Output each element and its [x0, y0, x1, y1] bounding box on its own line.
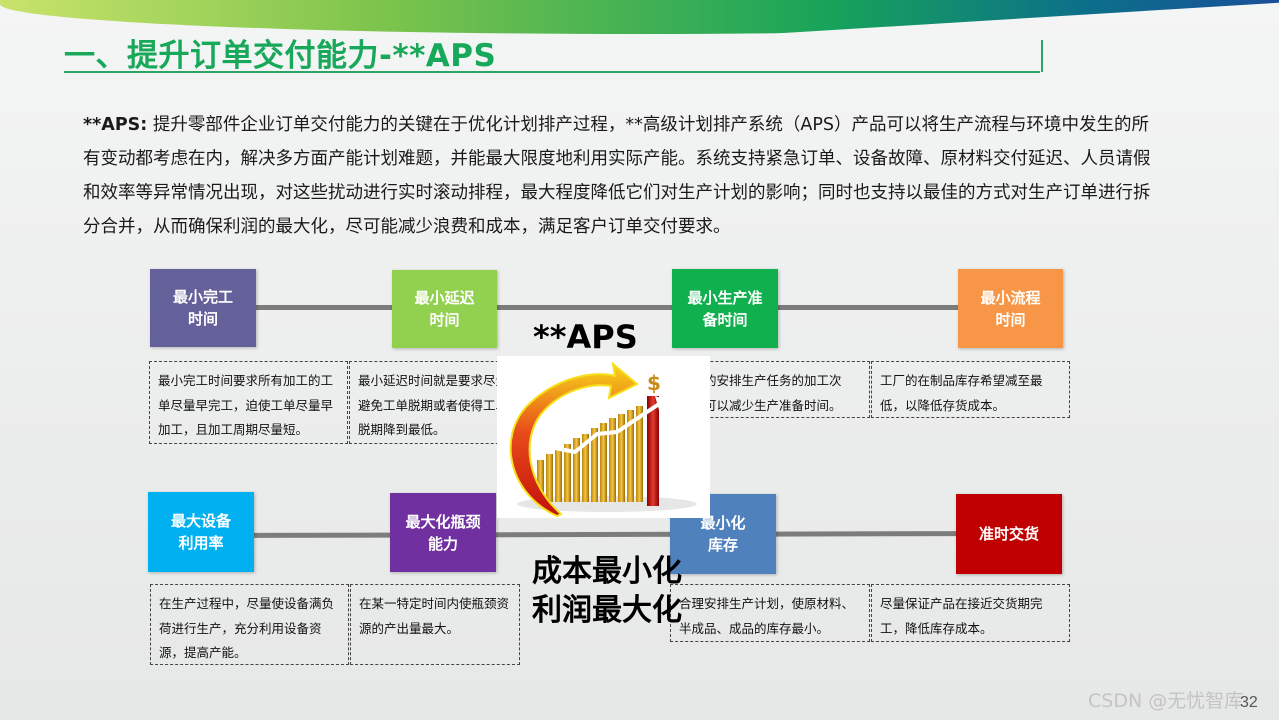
goal-label-line2: 能力 — [427, 534, 458, 553]
title-divider — [1041, 40, 1043, 72]
goal-label-line1: 最小完工 — [172, 288, 233, 306]
goal-label-line2: 时间 — [995, 310, 1026, 329]
goal-label-line2: 库存 — [707, 536, 738, 554]
goal-label-line2: 时间 — [187, 310, 218, 328]
bottom-connector-line — [253, 531, 959, 538]
goal-box-min-delay-time: 最小延迟 时间 — [392, 270, 497, 348]
page-number: 32 — [1240, 694, 1258, 711]
intro-body: 提升零部件企业订单交付能力的关键在于优化计划排产过程，**高级计划排产系统（AP… — [83, 115, 1151, 237]
intro-lead: **APS: — [83, 115, 148, 135]
profit-maximization-text: 利润最大化 — [532, 593, 682, 628]
cost-minimization-text: 成本最小化 — [532, 554, 682, 589]
rising-bars-arrow-icon: $ — [509, 361, 697, 518]
goal-box-min-setup-time: 最小生产准 备时间 — [672, 269, 778, 348]
goal-label-line1: 最小流程 — [980, 288, 1041, 307]
goal-box-max-bottleneck-capacity: 最大化瓶颈 能力 — [390, 493, 496, 572]
goal-label-line2: 时间 — [429, 311, 460, 329]
goal-description-max-equipment-utilization: 在生产过程中，尽量使设备满负荷进行生产，充分利用设备资源，提高产能。 — [150, 584, 349, 665]
goal-description-min-flow-time: 工厂的在制品库存希望减至最低，以降低存货成本。 — [871, 361, 1070, 418]
center-aps-label: **APS — [533, 318, 638, 356]
title-underline — [64, 71, 1040, 73]
header-decoration-band — [0, 0, 1279, 34]
goal-label-line1: 最小延迟 — [414, 289, 475, 307]
svg-text:$: $ — [647, 371, 661, 395]
goal-label-line1: 最大化瓶颈 — [405, 512, 481, 531]
top-connector-line — [256, 305, 959, 310]
watermark: CSDN @无忧智库 — [1088, 690, 1244, 712]
goal-label-line2: 备时间 — [702, 310, 748, 329]
goal-box-max-equipment-utilization: 最大设备 利用率 — [148, 492, 254, 572]
goal-description-min-delay-time: 最小延迟时间就是要求尽量避免工单脱期或者使得工单脱期降到最低。 — [349, 361, 519, 444]
goal-label-line1: 准时交货 — [978, 525, 1039, 543]
page-title: 一、提升订单交付能力-**APS — [64, 38, 497, 74]
intro-paragraph: **APS: 提升零部件企业订单交付能力的关键在于优化计划排产过程，**高级计划… — [83, 108, 1153, 244]
goal-label-line1: 最大设备 — [170, 512, 231, 530]
goal-label-line1: 最小生产准 — [687, 288, 763, 307]
goal-box-min-flow-time: 最小流程 时间 — [958, 269, 1063, 348]
goal-box-min-completion-time: 最小完工 时间 — [150, 269, 256, 347]
growth-chart-illustration: $ — [497, 356, 710, 518]
goal-box-on-time-delivery: 准时交货 — [956, 494, 1062, 574]
goal-description-min-completion-time: 最小完工时间要求所有加工的工单尽量早完工，迫使工单尽量早加工，且加工周期尽量短。 — [149, 361, 348, 444]
center-goal-label: 成本最小化 利润最大化 — [532, 552, 682, 630]
goal-label-line2: 利用率 — [178, 534, 224, 552]
goal-description-max-bottleneck-capacity: 在某一特定时间内使瓶颈资源的产出量最大。 — [350, 584, 520, 665]
goal-description-on-time-delivery: 尽量保证产品在接近交货期完工，降低库存成本。 — [871, 584, 1070, 642]
goal-description-min-inventory: 合理安排生产计划，使原材料、半成品、成品的库存最小。 — [670, 584, 870, 642]
